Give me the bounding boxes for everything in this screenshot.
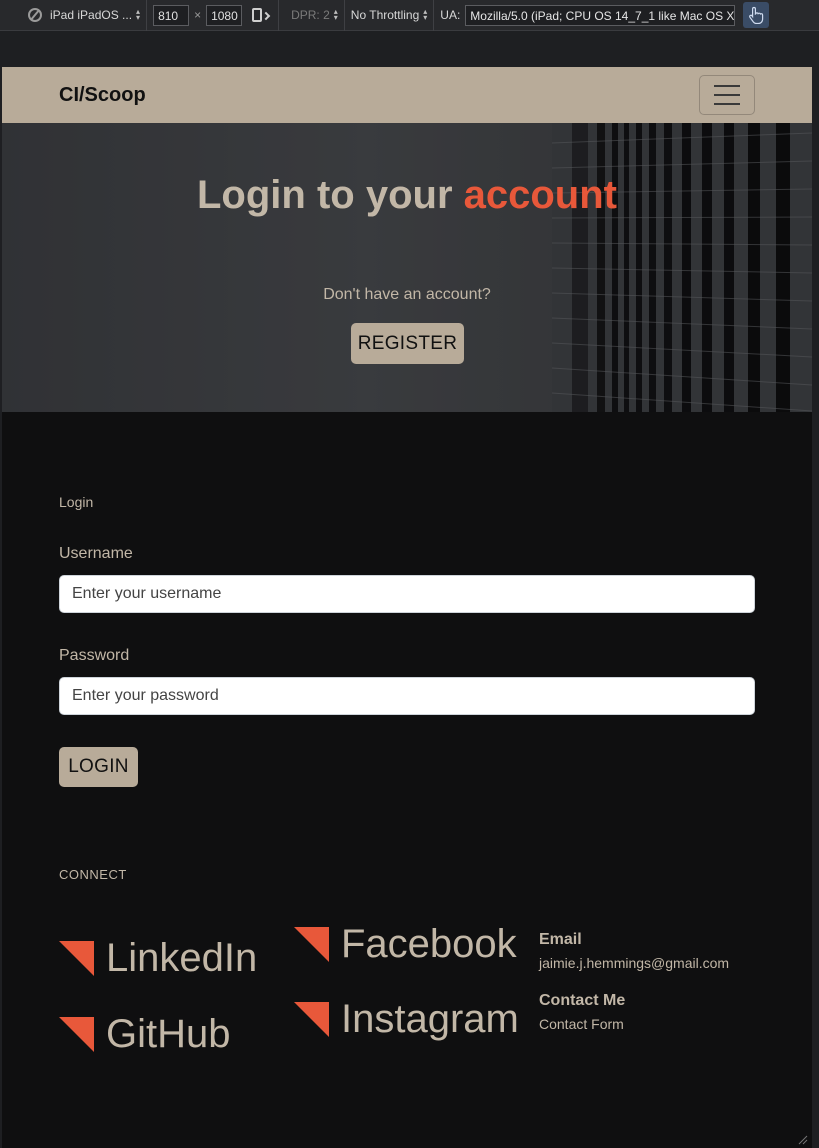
device-name: iPad iPadOS ... bbox=[50, 8, 133, 22]
menu-toggle-button[interactable] bbox=[699, 75, 755, 115]
facebook-label: Facebook bbox=[341, 922, 517, 966]
device-selector[interactable]: iPad iPadOS ... ▴ ▾ bbox=[0, 0, 148, 31]
brand-logo[interactable]: CI/Scoop bbox=[59, 84, 146, 107]
password-input[interactable]: Enter your password bbox=[59, 677, 755, 715]
throttling-label: No Throttling bbox=[350, 8, 420, 22]
connect-heading: CONNECT bbox=[59, 867, 127, 882]
github-label: GitHub bbox=[106, 1012, 231, 1056]
page-viewport: CI/Scoop Login to your account Don't hav… bbox=[2, 67, 812, 1148]
linkedin-label: LinkedIn bbox=[106, 936, 258, 980]
height-input[interactable]: 1080 bbox=[206, 4, 243, 26]
password-label: Password bbox=[59, 647, 130, 664]
hero-banner: Login to your account Don't have an acco… bbox=[2, 123, 812, 412]
dropdown-arrows-icon: ▴ ▾ bbox=[423, 7, 428, 22]
throttling-selector[interactable]: No Throttling ▴ ▾ bbox=[345, 0, 435, 31]
dropdown-arrows-icon: ▴ ▾ bbox=[136, 7, 141, 22]
dpr-label: DPR: 2 bbox=[291, 8, 330, 22]
no-account-text: Don't have an account? bbox=[323, 286, 491, 303]
arrow-flag-icon bbox=[294, 927, 329, 962]
width-input[interactable]: 810 bbox=[153, 4, 190, 26]
page-title: Login to your account bbox=[2, 173, 812, 218]
touch-mode-button[interactable] bbox=[743, 2, 770, 28]
resize-handle-icon[interactable] bbox=[796, 1133, 808, 1145]
dpr-selector[interactable]: DPR: 2 ▴ ▾ bbox=[279, 0, 345, 31]
page-title-accent: account bbox=[463, 173, 617, 217]
hamburger-icon-bar bbox=[714, 103, 740, 105]
user-agent-input[interactable]: Mozilla/5.0 (iPad; CPU OS 14_7_1 like Ma… bbox=[465, 4, 736, 26]
instagram-label: Instagram bbox=[341, 997, 519, 1041]
hamburger-icon-bar bbox=[714, 94, 740, 96]
hamburger-icon-bar bbox=[714, 85, 740, 87]
linkedin-link[interactable]: LinkedIn bbox=[59, 936, 257, 981]
ua-group: UA: Mozilla/5.0 (iPad; CPU OS 14_7_1 lik… bbox=[434, 0, 775, 31]
contact-me-heading: Contact Me bbox=[539, 992, 626, 1009]
arrow-flag-icon bbox=[59, 941, 94, 976]
email-link[interactable]: jaimie.j.hemmings@gmail.com bbox=[539, 955, 729, 971]
instagram-link[interactable]: Instagram bbox=[294, 997, 519, 1042]
login-section-label: Login bbox=[59, 494, 94, 510]
compass-icon bbox=[28, 8, 42, 22]
times-symbol: × bbox=[194, 8, 202, 22]
register-button[interactable]: REGISTER bbox=[351, 323, 464, 364]
username-label: Username bbox=[59, 545, 133, 562]
dropdown-arrows-icon: ▴ ▾ bbox=[333, 7, 338, 22]
arrow-flag-icon bbox=[59, 1017, 94, 1052]
navbar: CI/Scoop bbox=[2, 67, 812, 123]
dimensions-group: 810 × 1080 bbox=[147, 0, 280, 31]
github-link[interactable]: GitHub bbox=[59, 1012, 231, 1057]
hand-pointer-icon bbox=[749, 6, 764, 24]
contact-form-link[interactable]: Contact Form bbox=[539, 1016, 624, 1032]
username-input[interactable]: Enter your username bbox=[59, 575, 755, 613]
ua-label: UA: bbox=[440, 8, 461, 22]
arrow-flag-icon bbox=[294, 1002, 329, 1037]
login-button[interactable]: LOGIN bbox=[59, 747, 138, 787]
hero-overlay bbox=[2, 123, 812, 412]
rotate-icon[interactable] bbox=[252, 8, 263, 22]
page-title-prefix: Login to your bbox=[197, 173, 464, 217]
devtools-device-toolbar: iPad iPadOS ... ▴ ▾ 810 × 1080 DPR: 2 ▴ ▾ … bbox=[0, 0, 819, 31]
email-heading: Email bbox=[539, 931, 582, 948]
facebook-link[interactable]: Facebook bbox=[294, 922, 517, 967]
